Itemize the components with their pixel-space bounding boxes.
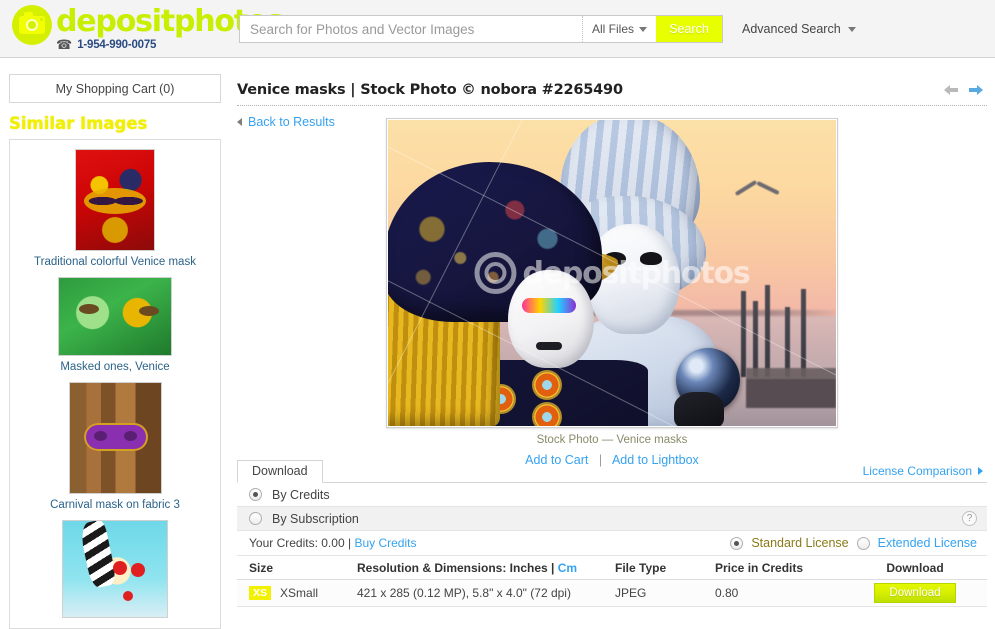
photo-piling — [785, 307, 790, 378]
license-selector: Standard License Extended License — [730, 536, 977, 550]
list-item[interactable]: Traditional colorful Venice mask — [10, 149, 220, 268]
thumbnail-image — [58, 277, 172, 356]
photo-figure1-mask — [508, 270, 594, 368]
image-navigation — [944, 83, 987, 97]
credits-row: Your Credits: 0.00 | Buy Credits Standar… — [237, 531, 987, 556]
advanced-search-label: Advanced Search — [742, 22, 841, 36]
separator: | — [551, 560, 555, 575]
size-label: XSmall — [280, 586, 319, 600]
shopping-cart-button[interactable]: My Shopping Cart (0) — [9, 74, 221, 103]
list-item-label[interactable]: Masked ones, Venice — [60, 361, 169, 373]
column-header-resolution: Resolution & Dimensions: Inches | Cm — [357, 561, 615, 575]
caret-right-icon — [978, 467, 983, 475]
list-item[interactable]: Masked ones, Venice — [10, 277, 220, 373]
radio-standard-license[interactable] — [730, 536, 744, 550]
photo-piling — [741, 291, 746, 378]
column-header-download: Download — [886, 560, 944, 575]
telephone-icon: ☎ — [56, 37, 73, 52]
column-header-price: Price in Credits — [715, 560, 804, 575]
main-photo[interactable]: depositphotos — [386, 118, 838, 428]
back-to-results-label: Back to Results — [248, 115, 335, 129]
photo-piling — [765, 285, 770, 378]
table-row: XS XSmall 421 x 285 (0.12 MP), 5.8" x 4.… — [237, 580, 987, 607]
photo-glove — [674, 392, 724, 426]
file-type-label: All Files — [591, 22, 634, 36]
file-type-dropdown[interactable]: All Files — [581, 16, 656, 42]
table-header-row: Size Resolution & Dimensions: Inches | C… — [237, 556, 987, 580]
buy-credits-link[interactable]: Buy Credits — [354, 536, 416, 550]
photo-ornament — [534, 372, 560, 398]
photo-piling — [801, 289, 806, 378]
search-bar: All Files Search — [239, 15, 723, 43]
extended-license-label[interactable]: Extended License — [878, 536, 977, 550]
license-comparison-label: License Comparison — [862, 464, 972, 478]
page-title: Venice masks | Stock Photo © nobora #226… — [237, 81, 623, 98]
option-by-subscription[interactable]: By Subscription ? — [237, 507, 987, 531]
column-header-resolution-prefix: Resolution & Dimensions: Inches — [357, 560, 548, 575]
arrow-left-icon[interactable] — [944, 83, 959, 97]
title-bar: Venice masks | Stock Photo © nobora #226… — [237, 74, 987, 106]
similar-images-list: Traditional colorful Venice mask Masked … — [9, 139, 221, 629]
radio-by-credits[interactable] — [249, 488, 262, 501]
credits-amount-label: Your Credits: 0.00 — [249, 536, 345, 550]
chevron-down-icon — [639, 26, 647, 32]
arrow-right-icon[interactable] — [968, 83, 983, 97]
tab-download[interactable]: Download — [237, 460, 323, 483]
list-item-label[interactable]: Traditional colorful Venice mask — [34, 256, 196, 268]
radio-extended-license[interactable] — [856, 536, 870, 550]
license-comparison-link[interactable]: License Comparison — [863, 464, 983, 478]
back-to-results-link[interactable]: Back to Results — [237, 115, 357, 129]
tab-bar: Download License Comparison — [237, 460, 987, 483]
cell-file-type: JPEG — [615, 586, 647, 600]
site-header: depositphotos ☎ 1-954-990-0075 All Files… — [0, 0, 995, 58]
photo-piling — [753, 301, 758, 378]
chevron-down-icon — [847, 26, 856, 32]
thumbnail-image — [62, 520, 168, 618]
cell-resolution: 421 x 285 (0.12 MP), 5.8" x 4.0" (72 dpi… — [357, 586, 571, 600]
option-by-credits[interactable]: By Credits — [237, 483, 987, 507]
cell-size: XS XSmall — [237, 586, 357, 600]
thumbnail-image — [75, 149, 155, 251]
sidebar: My Shopping Cart (0) Similar Images Trad… — [9, 74, 221, 629]
column-header-size: Size — [249, 560, 274, 575]
shopping-cart-label: My Shopping Cart (0) — [55, 81, 175, 96]
caret-left-icon — [237, 118, 242, 126]
cell-download: Download — [845, 583, 985, 603]
list-item[interactable]: Carnival mask on fabric 3 — [10, 382, 220, 511]
separator: | — [347, 536, 352, 550]
download-panel: Download License Comparison By Credits B… — [237, 460, 987, 607]
photo-dock — [746, 367, 836, 408]
question-mark-icon[interactable]: ? — [962, 511, 977, 526]
option-by-credits-label: By Credits — [272, 487, 330, 502]
status-badge: XS — [249, 586, 272, 600]
photo-ornament — [534, 404, 560, 426]
search-button[interactable]: Search — [656, 16, 722, 42]
thumbnail-image — [68, 382, 162, 494]
main-content: Venice masks | Stock Photo © nobora #226… — [237, 74, 987, 607]
advanced-search-dropdown[interactable]: Advanced Search — [742, 22, 856, 36]
photo-eye — [640, 252, 662, 265]
phone-block: ☎ 1-954-990-0075 — [56, 38, 156, 51]
column-header-file-type: File Type — [615, 560, 667, 575]
similar-images-heading: Similar Images — [9, 114, 148, 133]
search-input[interactable] — [240, 16, 582, 42]
radio-by-subscription[interactable] — [249, 512, 262, 525]
photo-seagull — [734, 178, 780, 206]
option-by-subscription-label: By Subscription — [272, 511, 359, 526]
column-header-cm-link[interactable]: Cm — [558, 561, 577, 575]
download-button[interactable]: Download — [874, 583, 956, 603]
list-item[interactable] — [10, 520, 220, 623]
standard-license-label: Standard License — [751, 536, 849, 550]
list-item-label[interactable]: Carnival mask on fabric 3 — [50, 499, 180, 511]
cell-price: 0.80 — [715, 586, 739, 600]
photo-caption: Stock Photo — Venice masks — [536, 434, 688, 446]
camera-icon — [12, 5, 52, 45]
photo-canvas: depositphotos — [388, 120, 836, 426]
credits-info: Your Credits: 0.00 | Buy Credits — [249, 536, 416, 550]
phone-number: 1-954-990-0075 — [77, 38, 157, 51]
